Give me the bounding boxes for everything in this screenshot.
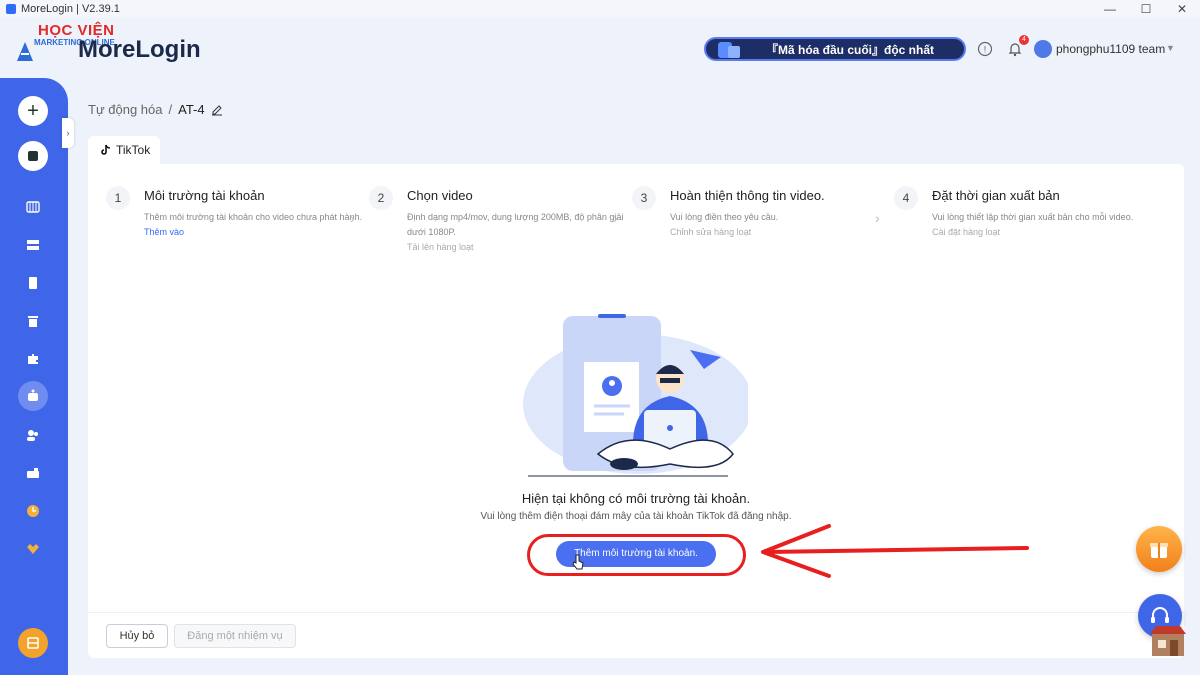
vip-icon[interactable]	[26, 542, 40, 556]
clock-icon[interactable]	[26, 504, 40, 518]
gift-box-icon	[1150, 543, 1168, 558]
store-watermark-icon	[1150, 626, 1186, 656]
group-icon[interactable]	[26, 238, 40, 252]
step-link[interactable]: Thêm vào	[144, 225, 364, 240]
app-icon	[6, 4, 16, 14]
tab-tiktok[interactable]: TikTok	[88, 136, 160, 164]
step-number: 2	[369, 186, 393, 210]
step-title: Chọn video	[407, 188, 473, 203]
gift-float-button[interactable]	[1136, 526, 1182, 572]
empty-title: Hiện tại không có môi trường tài khoản.	[521, 491, 751, 506]
svg-text:!: !	[984, 45, 987, 55]
team-icon[interactable]	[26, 428, 40, 442]
step-number: 3	[632, 186, 656, 210]
sidebar: +	[0, 78, 68, 675]
step-desc-text: Thêm môi trường tài khoản cho video chưa…	[144, 212, 363, 222]
step-desc-text: Vui lòng thiết lập thời gian xuất bản ch…	[932, 212, 1134, 222]
breadcrumb-parent[interactable]: Tự động hóa	[88, 102, 162, 117]
clipboard-icon[interactable]	[26, 276, 40, 290]
chevron-right-icon: ›	[875, 210, 880, 226]
chevron-down-icon[interactable]: ▼	[1166, 43, 1175, 53]
user-name[interactable]: phongphu1109 team	[1056, 42, 1165, 56]
logo-mark-icon	[17, 42, 33, 61]
profile-icon	[28, 151, 38, 161]
help-icon[interactable]: !	[977, 41, 993, 57]
main-card: 1 Môi trường tài khoản Thêm môi trường t…	[88, 164, 1184, 658]
shield-icon	[718, 42, 740, 58]
window-titlebar: MoreLogin | V2.39.1 — ☐ ✕	[0, 0, 1200, 18]
trash-icon[interactable]	[26, 314, 40, 328]
app-name: MoreLogin	[78, 36, 201, 63]
extension-icon[interactable]	[26, 352, 40, 366]
step-desc: Vui lòng điền theo yêu cầu. Chỉnh sửa hà…	[670, 210, 890, 240]
step-title: Đặt thời gian xuất bản	[932, 188, 1060, 203]
user-avatar[interactable]	[1034, 40, 1052, 58]
window-controls: — ☐ ✕	[1092, 0, 1200, 18]
cancel-button[interactable]: Hủy bỏ	[106, 624, 168, 648]
gift-button[interactable]	[18, 628, 48, 658]
edit-icon[interactable]	[211, 104, 223, 116]
breadcrumb-current: AT-4	[178, 102, 205, 117]
breadcrumb-separator: /	[168, 102, 173, 117]
annotation-arrow-icon	[761, 524, 1029, 578]
automation-icon[interactable]	[26, 389, 40, 403]
footer-divider	[88, 612, 1184, 613]
window-title: MoreLogin | V2.39.1	[21, 3, 120, 15]
hand-cursor-icon	[572, 554, 584, 570]
step-desc-text: Định dạng mp4/mov, dung lượng 200MB, độ …	[407, 212, 624, 237]
step-number: 4	[894, 186, 918, 210]
promo-banner[interactable]: 『Mã hóa đầu cuối』độc nhất	[704, 37, 966, 61]
promo-text: 『Mã hóa đầu cuối』độc nhất	[766, 42, 935, 57]
step-desc: Thêm môi trường tài khoản cho video chưa…	[144, 210, 364, 240]
step-link[interactable]: Chỉnh sửa hàng loạt	[670, 225, 890, 240]
tab-label: TikTok	[116, 143, 151, 157]
step-desc: Định dạng mp4/mov, dung lượng 200MB, độ …	[407, 210, 627, 255]
tiktok-icon	[101, 144, 111, 155]
profile-button[interactable]	[18, 141, 48, 171]
empty-illustration	[523, 314, 748, 477]
browser-icon[interactable]	[26, 200, 40, 214]
close-button[interactable]: ✕	[1164, 0, 1200, 18]
chevron-right-icon: ›	[350, 210, 355, 226]
sidebar-collapse-toggle[interactable]: ›	[62, 118, 74, 148]
api-icon[interactable]	[26, 466, 40, 480]
add-profile-button[interactable]: +	[18, 96, 48, 126]
notification-badge: 4	[1019, 35, 1029, 45]
gift-icon	[27, 637, 39, 649]
step-desc-text: Vui lòng điền theo yêu cầu.	[670, 212, 779, 222]
step-title: Môi trường tài khoản	[144, 188, 265, 203]
step-number: 1	[106, 186, 130, 210]
logo: HỌC VIỆN MARKETING ONLINE MoreLogin	[14, 20, 201, 64]
step-title: Hoàn thiện thông tin video.	[670, 188, 825, 203]
minimize-button[interactable]: —	[1092, 0, 1128, 18]
chevron-right-icon: ›	[613, 210, 618, 226]
maximize-button[interactable]: ☐	[1128, 0, 1164, 18]
post-task-button[interactable]: Đăng một nhiệm vụ	[174, 624, 296, 648]
breadcrumb: Tự động hóa / AT-4	[88, 102, 223, 117]
step-desc: Vui lòng thiết lập thời gian xuất bản ch…	[932, 210, 1152, 240]
step-link[interactable]: Tải lên hàng loạt	[407, 240, 627, 255]
step-link[interactable]: Cài đặt hàng loạt	[932, 225, 1152, 240]
